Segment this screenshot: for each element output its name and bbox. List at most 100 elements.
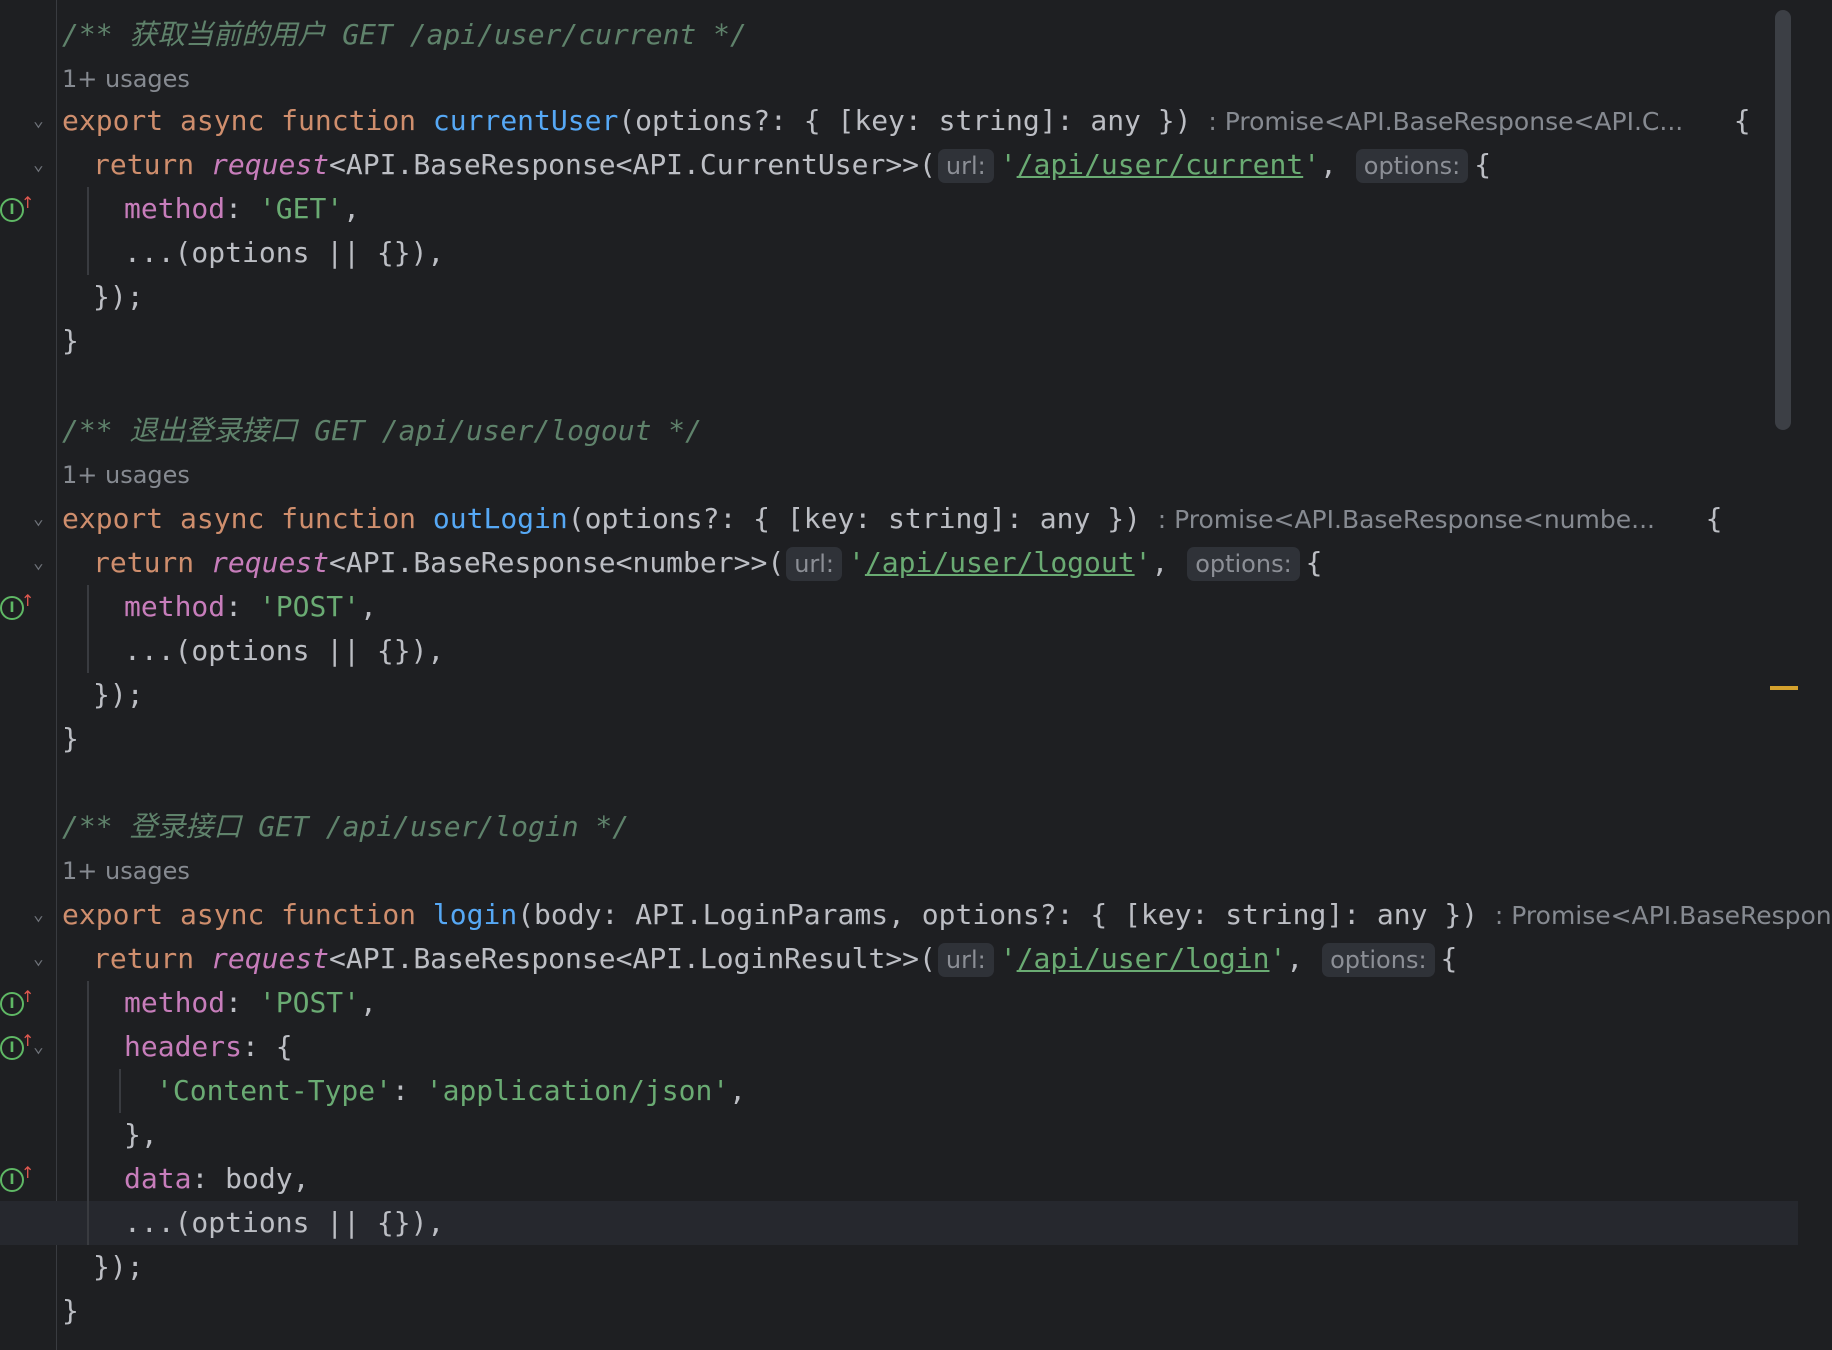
spread-line[interactable]: ...(options || {}),: [124, 1201, 444, 1245]
return-type-hint[interactable]: : Promise<API.BaseResponse<AP: [1495, 901, 1832, 930]
function-name[interactable]: currentUser: [433, 104, 618, 137]
keyword-async: async: [180, 502, 265, 535]
close-call: });: [93, 1250, 144, 1283]
comment-text: /** 获取当前的用户 GET /api/user/current */: [62, 18, 747, 51]
function-params: (options?: { [key: string]: any }): [567, 502, 1141, 535]
request-generic: <API.BaseResponse<API.CurrentUser>>(: [329, 148, 936, 181]
indent-guide: [87, 187, 89, 275]
url-link[interactable]: /api/user/current: [1017, 148, 1304, 181]
property-headers: headers: [124, 1030, 243, 1063]
param-hint-url: url:: [937, 149, 994, 183]
request-generic: <API.BaseResponse<number>>(: [329, 546, 785, 579]
method-value: 'POST': [258, 986, 361, 1019]
param-hint-options: options:: [1187, 547, 1300, 581]
code-editor[interactable]: /** 获取当前的用户 GET /api/user/current */ 1+ …: [0, 0, 1832, 1350]
close-headers: },: [124, 1118, 158, 1151]
fold-chevron-icon[interactable]: ⌄: [33, 497, 49, 541]
property-method: method: [124, 986, 226, 1019]
comment-text: /** 退出登录接口 GET /api/user/logout */: [62, 414, 703, 447]
method-line: method: 'POST',: [124, 986, 377, 1019]
param-hint-url: url:: [786, 547, 843, 581]
header-value: 'application/json': [425, 1074, 730, 1107]
property-data: data: [124, 1162, 192, 1195]
return-request-current-user: return request<API.BaseResponse<API.Curr…: [93, 148, 1492, 183]
body-ident: body: [225, 1162, 293, 1195]
request-call[interactable]: request: [211, 148, 329, 181]
keyword-return: return: [93, 546, 195, 579]
spread-line: ...(options || {}),: [124, 236, 445, 269]
request-call[interactable]: request: [211, 546, 329, 579]
open-brace: {: [1305, 546, 1323, 579]
fold-chevron-icon[interactable]: ⌄: [33, 99, 49, 143]
open-brace: {: [1733, 104, 1751, 137]
param-hint-url: url:: [937, 943, 994, 977]
warning-marker[interactable]: [1770, 686, 1798, 690]
headers-line: headers: {: [124, 1030, 293, 1063]
function-decl-login: export async function login(body: API.Lo…: [62, 893, 1832, 937]
open-brace: {: [1474, 148, 1492, 181]
implements-method-icon[interactable]: I ↑: [0, 981, 37, 1025]
param-hint-options: options:: [1322, 943, 1435, 977]
return-type-hint[interactable]: : Promise<API.BaseResponse<numbe...: [1158, 505, 1655, 534]
function-decl-current-user: export async function currentUser(option…: [62, 99, 1751, 143]
keyword-export: export: [62, 502, 164, 535]
fold-chevron-icon[interactable]: ⌄: [33, 1025, 49, 1069]
close-brace: }: [62, 722, 79, 755]
close-brace: }: [62, 324, 79, 357]
header-key: 'Content-Type': [156, 1074, 393, 1107]
property-method: method: [124, 192, 226, 225]
indent-guide: [87, 981, 89, 1245]
property-method: method: [124, 590, 226, 623]
param-hint-options: options:: [1355, 149, 1469, 183]
implements-method-icon[interactable]: I ↑: [0, 187, 37, 231]
fold-chevron-icon[interactable]: ⌄: [33, 937, 49, 981]
open-brace: {: [1705, 502, 1723, 535]
usages-link[interactable]: 1+ usages: [62, 453, 190, 497]
keyword-function: function: [281, 104, 417, 137]
close-call: });: [93, 280, 144, 313]
keyword-export: export: [62, 104, 164, 137]
implements-method-icon[interactable]: I ↑: [0, 1157, 37, 1201]
fold-chevron-icon[interactable]: ⌄: [33, 143, 49, 187]
open-brace: {: [1440, 942, 1458, 975]
fold-chevron-icon[interactable]: ⌄: [33, 893, 49, 937]
keyword-async: async: [180, 898, 265, 931]
method-line: method: 'GET',: [124, 192, 361, 225]
function-params: (options?: { [key: string]: any }): [618, 104, 1192, 137]
function-name[interactable]: outLogin: [433, 502, 568, 535]
return-request-login: return request<API.BaseResponse<API.Logi…: [93, 942, 1458, 977]
open-brace: {: [275, 1030, 293, 1063]
close-call: });: [93, 678, 144, 711]
comment-current-user: /** 获取当前的用户 GET /api/user/current */: [62, 13, 747, 57]
comment-text: /** 登录接口 GET /api/user/login */: [62, 810, 630, 843]
return-type-hint[interactable]: : Promise<API.BaseResponse<API.C...: [1208, 107, 1683, 136]
url-link[interactable]: /api/user/logout: [865, 546, 1135, 579]
implements-method-icon[interactable]: I ↑: [0, 585, 37, 629]
comment-login: /** 登录接口 GET /api/user/login */: [62, 805, 629, 849]
url-link[interactable]: /api/user/login: [1017, 942, 1270, 975]
method-line: method: 'POST',: [124, 590, 377, 623]
request-generic: <API.BaseResponse<API.LoginResult>>(: [329, 942, 936, 975]
function-decl-out-login: export async function outLogin(options?:…: [62, 497, 1722, 541]
request-call[interactable]: request: [211, 942, 329, 975]
fold-chevron-icon[interactable]: ⌄: [33, 541, 49, 585]
method-value: 'GET': [258, 192, 344, 225]
usages-link[interactable]: 1+ usages: [62, 849, 190, 893]
function-params: (body: API.LoginParams, options?: { [key…: [517, 898, 1479, 931]
spread-line: ...(options || {}),: [124, 634, 445, 667]
indent-guide: [119, 1069, 121, 1113]
content-type-line: 'Content-Type': 'application/json',: [156, 1074, 747, 1107]
close-brace: }: [62, 1294, 79, 1327]
vertical-scrollbar-thumb[interactable]: [1775, 10, 1791, 430]
usages-link[interactable]: 1+ usages: [62, 57, 190, 101]
keyword-export: export: [62, 898, 164, 931]
keyword-return: return: [93, 942, 195, 975]
indent-guide: [87, 585, 89, 673]
keyword-function: function: [281, 502, 417, 535]
function-name[interactable]: login: [433, 898, 517, 931]
data-line: data: body,: [124, 1162, 310, 1195]
return-request-out-login: return request<API.BaseResponse<number>>…: [93, 546, 1323, 581]
comment-out-login: /** 退出登录接口 GET /api/user/logout */: [62, 409, 702, 453]
implements-method-icon[interactable]: I ↑: [0, 1025, 37, 1069]
keyword-async: async: [180, 104, 265, 137]
